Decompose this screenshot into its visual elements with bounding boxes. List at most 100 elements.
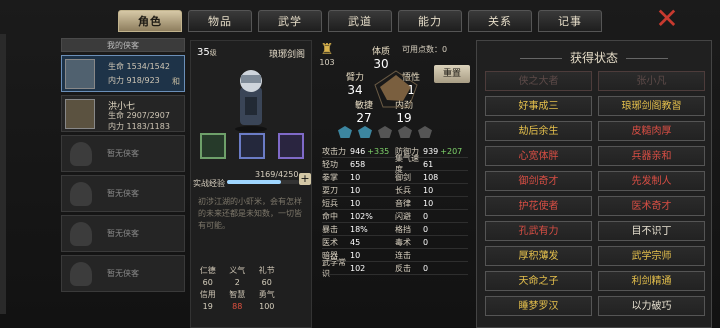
stat-label: 医术 <box>322 237 338 247</box>
state-item[interactable]: 天命之子 <box>485 271 592 291</box>
stat-value: 0 <box>423 211 429 221</box>
stat-cell: 集气速度 61 <box>395 154 468 174</box>
state-item[interactable]: 琅琊剑阁教習 <box>598 96 705 116</box>
tab-items[interactable]: 物品 <box>188 10 252 32</box>
stat-label: 闪避 <box>395 211 411 221</box>
virtue-label: 仁德 <box>199 266 216 275</box>
reset-button[interactable]: 重置 <box>434 65 470 83</box>
stat-value: 45 <box>350 237 361 247</box>
empty-character-slot[interactable]: 暂无侠客 <box>61 135 185 172</box>
gem-slot-icon[interactable] <box>418 126 432 138</box>
left-edge-bar <box>0 34 6 314</box>
virtue-value: 100 <box>259 302 275 311</box>
stat-value: 939 <box>423 146 439 156</box>
state-item[interactable]: 利剑精通 <box>598 271 705 291</box>
attr-label: 臂力 <box>346 73 365 83</box>
state-item[interactable]: 劫后余生 <box>485 121 592 141</box>
state-item[interactable]: 侠之大者 <box>485 71 592 91</box>
virtue-value: 60 <box>202 278 213 287</box>
tab-relations[interactable]: 关系 <box>468 10 532 32</box>
character-card[interactable]: 洪小七 生命 2907/2907 内力 1183/1183 <box>61 95 185 132</box>
attr-label: 敏捷 <box>355 101 374 111</box>
states-grid: 侠之大者 张小凡 好事成三 琅琊剑阁教習 劫后余生 皮糙肉厚 心宽体胖 兵器亲和 御剑奇才 先发制… <box>485 71 705 316</box>
tab-journal[interactable]: 记事 <box>538 10 602 32</box>
stats-row: 命中 102% 闪避 0 <box>322 210 468 223</box>
state-item[interactable]: 以力破巧 <box>598 296 705 316</box>
exp-label: 实战经验 <box>193 179 225 188</box>
virtue-label: 礼节 <box>258 266 275 275</box>
stat-label: 武学常识 <box>322 258 346 278</box>
state-item[interactable]: 厚积薄发 <box>485 246 592 266</box>
tab-abilities[interactable]: 能力 <box>398 10 462 32</box>
attr-agility: 敏捷 27 <box>355 98 373 125</box>
stats-row: 轻功 658 集气速度 61 <box>322 154 468 174</box>
close-icon[interactable]: ✕ <box>654 5 680 33</box>
weapon-slot-icon[interactable] <box>200 133 226 159</box>
stat-label: 轻功 <box>322 159 338 169</box>
stat-value: 102% <box>350 211 373 221</box>
state-item[interactable]: 张小凡 <box>598 71 705 91</box>
stat-value: 10 <box>423 185 434 195</box>
stat-cell: 短兵 10 <box>322 197 395 209</box>
stats-row: 短兵 10 音律 10 <box>322 197 468 210</box>
state-item[interactable]: 御剑奇才 <box>485 171 592 191</box>
stat-label: 御剑 <box>395 172 411 182</box>
stat-cell: 格挡 0 <box>395 223 468 235</box>
tab-martial-path[interactable]: 武道 <box>328 10 392 32</box>
stat-label: 反击 <box>395 263 411 273</box>
state-item[interactable]: 目不识丁 <box>598 221 705 241</box>
level-unit: 级 <box>209 49 217 57</box>
state-item[interactable]: 皮糙肉厚 <box>598 121 705 141</box>
character-side-tag: 和 <box>172 77 180 86</box>
top-tabs: 角色 物品 武学 武道 能力 关系 记事 <box>118 10 658 32</box>
stat-value: 10 <box>350 172 361 182</box>
virtue-value: 2 <box>234 278 240 287</box>
virtues-grid: 仁德 义气 礼节 60 2 60 信用 智慧 勇气 19 88 100 <box>193 265 311 311</box>
state-item[interactable]: 孔武有力 <box>485 221 592 241</box>
stats-row: 拳掌 10 御剑 108 <box>322 171 468 184</box>
available-points: 可用点数：0 <box>402 45 448 54</box>
gem-slot-icon[interactable] <box>378 126 392 138</box>
gem-slot-icon[interactable] <box>358 126 372 138</box>
state-item[interactable]: 武学宗师 <box>598 246 705 266</box>
attribute-radar-icon <box>374 70 418 108</box>
gem-slot-icon[interactable] <box>398 126 412 138</box>
attr-arm-strength: 臂力 34 <box>346 70 364 97</box>
character-mp: 内力 1183/1183 <box>108 122 170 131</box>
empty-character-slot[interactable]: 暂无侠客 <box>61 215 185 252</box>
stat-cell: 武学常识 102 <box>322 258 395 278</box>
tab-role[interactable]: 角色 <box>118 10 182 32</box>
state-item[interactable]: 医术奇才 <box>598 196 705 216</box>
empty-character-slot[interactable]: 暂无侠客 <box>61 255 185 292</box>
state-item[interactable]: 兵器亲和 <box>598 146 705 166</box>
stat-cell: 连击 <box>395 249 468 261</box>
stat-cell: 命中 102% <box>322 210 395 222</box>
empty-slot-label: 暂无侠客 <box>107 229 139 238</box>
state-item[interactable]: 好事成三 <box>485 96 592 116</box>
character-card-selected[interactable]: 生命 1534/1542 内力 918/923 和 <box>61 55 185 92</box>
stat-cell: 御剑 108 <box>395 171 468 183</box>
state-item[interactable]: 心宽体胖 <box>485 146 592 166</box>
roster-title: 我的侠客 <box>61 38 185 52</box>
state-item[interactable]: 先发制人 <box>598 171 705 191</box>
stat-value: 102 <box>350 263 366 273</box>
exp-plus-button[interactable]: + <box>299 173 311 185</box>
stat-value: 946 <box>350 146 366 156</box>
tab-martial-arts[interactable]: 武学 <box>258 10 322 32</box>
stat-cell: 耍刀 10 <box>322 184 395 196</box>
state-item[interactable]: 睡梦罗汉 <box>485 296 592 316</box>
acquired-states-panel: 获得状态 侠之大者 张小凡 好事成三 琅琊剑阁教習 劫后余生 皮糙肉厚 心宽体胖 兵器亲和 御剑… <box>476 40 712 328</box>
character-sprite-icon <box>235 70 267 132</box>
armor-slot-icon[interactable] <box>239 133 265 159</box>
empty-slot-label: 暂无侠客 <box>107 269 139 278</box>
virtue-label: 智慧 <box>229 290 246 299</box>
state-item[interactable]: 护花使者 <box>485 196 592 216</box>
stat-label: 暴击 <box>322 224 338 234</box>
stat-value: 18% <box>350 224 368 234</box>
gem-slot-icon[interactable] <box>338 126 352 138</box>
stat-label: 攻击力 <box>322 146 346 156</box>
virtue-value: 19 <box>202 302 213 311</box>
empty-character-slot[interactable]: 暂无侠客 <box>61 175 185 212</box>
accessory-slot-icon[interactable] <box>278 133 304 159</box>
exp-bar <box>227 180 299 184</box>
